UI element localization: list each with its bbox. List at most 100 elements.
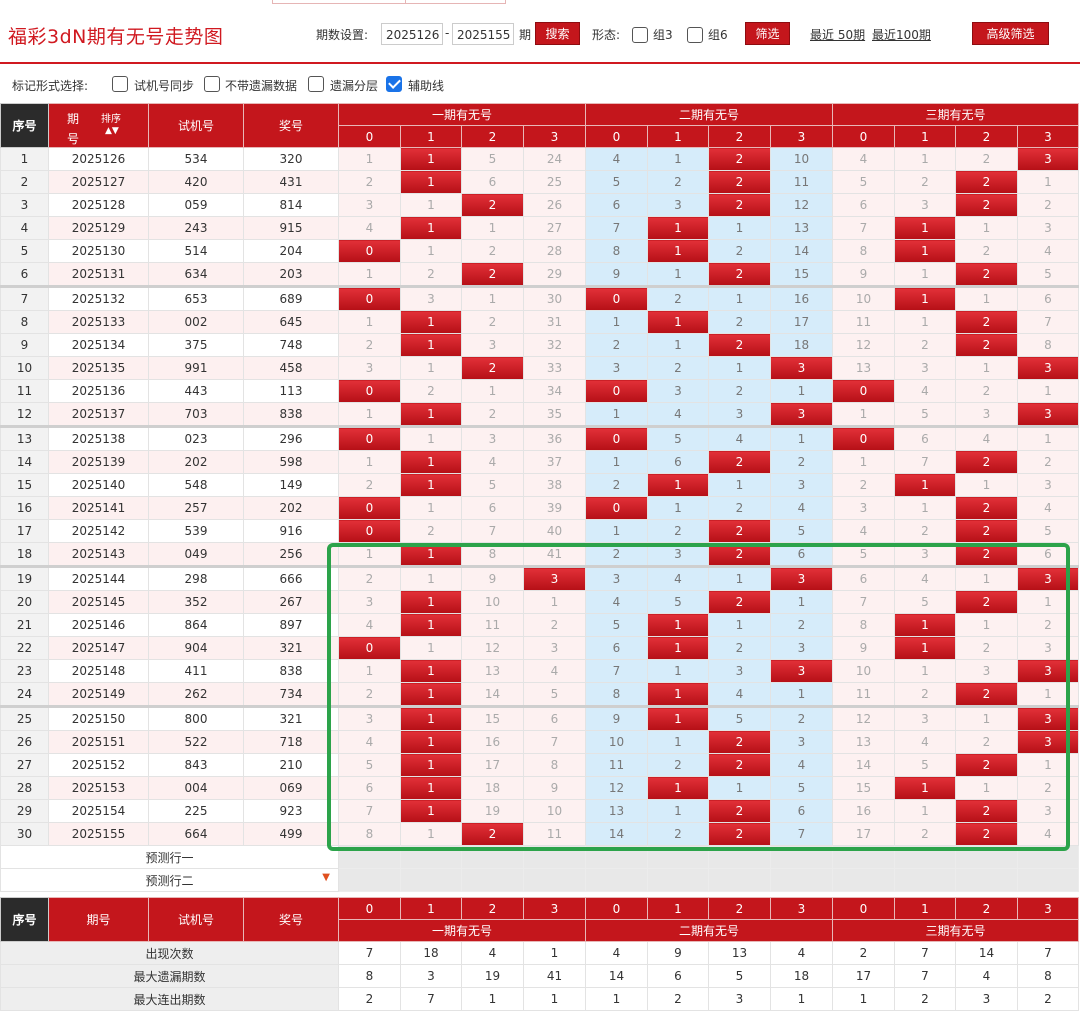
trend-cell[interactable]: 3 (1017, 659, 1079, 683)
trend-cell[interactable]: 5 (770, 776, 833, 800)
trend-cell[interactable]: 4 (708, 682, 771, 707)
trend-cell[interactable]: 4 (461, 450, 524, 474)
trend-cell[interactable]: 2 (708, 822, 771, 846)
trend-cell[interactable]: 0 (338, 636, 401, 660)
trend-cell[interactable]: 1 (400, 450, 462, 474)
trend-cell[interactable]: 4 (894, 379, 956, 403)
trend-cell[interactable]: 3 (338, 193, 401, 217)
trend-cell[interactable]: 8 (1017, 333, 1079, 357)
trend-cell[interactable]: 38 (523, 473, 586, 497)
trend-cell[interactable]: 1 (955, 565, 1018, 591)
trend-cell[interactable]: 1 (400, 705, 462, 731)
trend-cell[interactable]: 6 (585, 193, 648, 217)
prediction-cell[interactable] (338, 845, 401, 869)
trend-cell[interactable]: 2 (708, 799, 771, 823)
trend-cell[interactable]: 3 (523, 565, 586, 591)
trend-cell[interactable]: 17 (770, 310, 833, 334)
trend-cell[interactable]: 4 (1017, 496, 1079, 520)
trend-cell[interactable]: 3 (461, 425, 524, 451)
trend-cell[interactable]: 2 (461, 822, 524, 846)
trend-cell[interactable]: 7 (585, 216, 648, 240)
trend-cell[interactable]: 3 (338, 705, 401, 731)
trend-cell[interactable]: 6 (770, 542, 833, 567)
prediction-cell[interactable] (955, 868, 1018, 892)
trend-cell[interactable]: 2 (955, 239, 1018, 263)
trend-cell[interactable]: 29 (523, 262, 586, 287)
trend-cell[interactable]: 0 (338, 496, 401, 520)
trend-cell[interactable]: 0 (338, 379, 401, 403)
trend-cell[interactable]: 31 (523, 310, 586, 334)
trend-cell[interactable]: 12 (461, 636, 524, 660)
trend-cell[interactable]: 1 (955, 613, 1018, 637)
trend-cell[interactable]: 2 (955, 542, 1018, 567)
trend-cell[interactable]: 1 (894, 799, 956, 823)
trend-cell[interactable]: 1 (338, 402, 401, 427)
trend-cell[interactable]: 2 (708, 310, 771, 334)
trend-cell[interactable]: 3 (523, 636, 586, 660)
trend-cell[interactable]: 2 (338, 473, 401, 497)
trend-cell[interactable]: 1 (770, 590, 833, 614)
prediction-cell[interactable] (894, 845, 956, 869)
trend-cell[interactable]: 14 (770, 239, 833, 263)
trend-cell[interactable]: 0 (585, 379, 648, 403)
prediction-cell[interactable] (832, 845, 895, 869)
trend-cell[interactable]: 6 (770, 799, 833, 823)
trend-cell[interactable]: 1 (955, 356, 1018, 380)
trend-cell[interactable]: 2 (894, 519, 956, 543)
trend-cell[interactable]: 6 (338, 776, 401, 800)
trend-cell[interactable]: 2 (955, 730, 1018, 754)
trend-cell[interactable]: 4 (832, 519, 895, 543)
trend-cell[interactable]: 32 (523, 333, 586, 357)
trend-cell[interactable]: 1 (708, 285, 771, 311)
trend-cell[interactable]: 3 (461, 333, 524, 357)
trend-cell[interactable]: 1 (338, 450, 401, 474)
trend-cell[interactable]: 0 (585, 425, 648, 451)
trend-cell[interactable]: 14 (832, 753, 895, 777)
trend-cell[interactable]: 2 (708, 333, 771, 357)
trend-cell[interactable]: 8 (585, 682, 648, 707)
trend-cell[interactable]: 1 (647, 659, 709, 683)
trend-cell[interactable]: 2 (832, 473, 895, 497)
prediction-cell[interactable] (400, 845, 462, 869)
trend-cell[interactable]: 1 (400, 496, 462, 520)
prediction-cell[interactable] (708, 845, 771, 869)
trend-cell[interactable]: 3 (1017, 356, 1079, 380)
trend-cell[interactable]: 3 (894, 705, 956, 731)
trend-cell[interactable]: 3 (955, 659, 1018, 683)
prediction-cell[interactable] (461, 845, 524, 869)
trend-cell[interactable]: 1 (894, 776, 956, 800)
trend-cell[interactable]: 4 (338, 730, 401, 754)
trend-cell[interactable]: 2 (461, 193, 524, 217)
trend-cell[interactable]: 2 (955, 519, 1018, 543)
trend-cell[interactable]: 5 (832, 542, 895, 567)
trend-cell[interactable]: 1 (461, 379, 524, 403)
trend-cell[interactable]: 10 (832, 659, 895, 683)
trend-cell[interactable]: 6 (1017, 285, 1079, 311)
trend-cell[interactable]: 12 (585, 776, 648, 800)
trend-cell[interactable]: 1 (400, 730, 462, 754)
prediction-cell[interactable] (1017, 845, 1079, 869)
trend-cell[interactable]: 1 (647, 473, 709, 497)
trend-cell[interactable]: 1 (770, 682, 833, 707)
trend-cell[interactable]: 18 (770, 333, 833, 357)
trend-cell[interactable]: 3 (894, 193, 956, 217)
trend-cell[interactable]: 2 (708, 170, 771, 194)
trend-cell[interactable]: 8 (523, 753, 586, 777)
trend-cell[interactable]: 2 (523, 613, 586, 637)
trend-cell[interactable]: 3 (1017, 402, 1079, 427)
trend-cell[interactable]: 4 (647, 402, 709, 427)
trend-cell[interactable]: 2 (708, 519, 771, 543)
trend-cell[interactable]: 15 (832, 776, 895, 800)
trend-cell[interactable]: 2 (708, 379, 771, 403)
trend-cell[interactable]: 1 (400, 473, 462, 497)
trend-cell[interactable]: 18 (461, 776, 524, 800)
trend-cell[interactable]: 2 (400, 379, 462, 403)
trend-cell[interactable]: 1 (1017, 682, 1079, 707)
trend-cell[interactable]: 1 (1017, 425, 1079, 451)
trend-cell[interactable]: 9 (832, 262, 895, 287)
prediction-cell[interactable] (955, 845, 1018, 869)
trend-cell[interactable]: 12 (770, 193, 833, 217)
trend-cell[interactable]: 1 (647, 636, 709, 660)
trend-cell[interactable]: 3 (338, 590, 401, 614)
trend-cell[interactable]: 4 (1017, 239, 1079, 263)
